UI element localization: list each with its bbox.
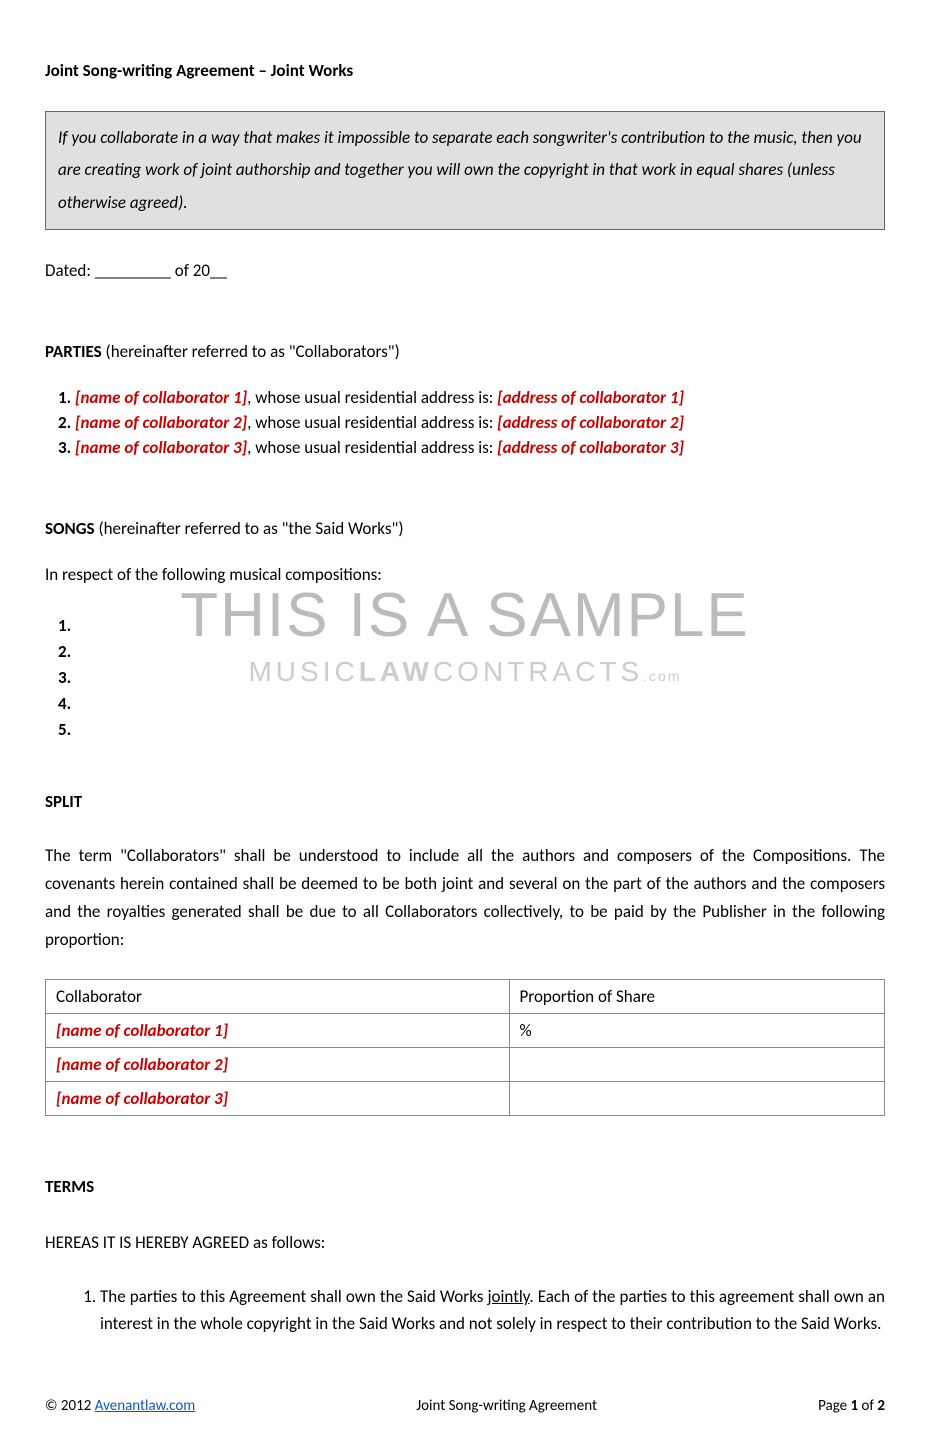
- terms-heading: TERMS: [45, 1176, 885, 1197]
- cell-name: [name of collaborator 1]: [46, 1014, 510, 1048]
- col-collaborator: Collaborator: [46, 980, 510, 1014]
- list-item: [name of collaborator 2], whose usual re…: [75, 412, 885, 433]
- table-row: [name of collaborator 1] %: [46, 1014, 885, 1048]
- page-title: Joint Song-writing Agreement – Joint Wor…: [45, 60, 885, 81]
- list-item: [75, 641, 885, 663]
- split-body: The term "Collaborators" shall be unders…: [45, 842, 885, 954]
- table-row: Collaborator Proportion of Share: [46, 980, 885, 1014]
- footer-left: © 2012 Avenantlaw.com: [45, 1397, 195, 1415]
- page-footer: © 2012 Avenantlaw.com Joint Song-writing…: [0, 1397, 930, 1435]
- collab-name: [name of collaborator 2]: [75, 412, 247, 433]
- footer-center: Joint Song-writing Agreement: [416, 1397, 597, 1415]
- cell-share: %: [509, 1014, 884, 1048]
- dated-line: Dated: _________ of 20__: [45, 260, 885, 281]
- collab-mid: , whose usual residential address is:: [247, 387, 497, 408]
- intro-box: If you collaborate in a way that makes i…: [45, 111, 885, 230]
- list-item: The parties to this Agreement shall own …: [100, 1283, 885, 1337]
- parties-list: [name of collaborator 1], whose usual re…: [45, 387, 885, 458]
- songs-heading-rest: (hereinafter referred to as "the Said Wo…: [95, 518, 404, 539]
- cell-name: [name of collaborator 3]: [46, 1082, 510, 1116]
- list-item: [name of collaborator 1], whose usual re…: [75, 387, 885, 408]
- collab-addr: [address of collaborator 2]: [497, 412, 684, 433]
- split-heading: SPLIT: [45, 791, 885, 812]
- document-page: Joint Song-writing Agreement – Joint Wor…: [0, 0, 930, 1397]
- table-row: [name of collaborator 2]: [46, 1048, 885, 1082]
- table-row: [name of collaborator 3]: [46, 1082, 885, 1116]
- collab-mid: , whose usual residential address is:: [247, 437, 497, 458]
- terms-intro: HEREAS IT IS HEREBY AGREED as follows:: [45, 1232, 885, 1253]
- songs-heading-bold: SONGS: [45, 518, 95, 539]
- list-item: [name of collaborator 3], whose usual re…: [75, 437, 885, 458]
- cell-share: [509, 1048, 884, 1082]
- footer-link[interactable]: Avenantlaw.com: [95, 1397, 196, 1415]
- collab-name: [name of collaborator 1]: [75, 387, 247, 408]
- parties-heading-rest: (hereinafter referred to as "Collaborato…: [102, 341, 400, 362]
- list-item: [75, 693, 885, 715]
- terms-list: The parties to this Agreement shall own …: [45, 1283, 885, 1337]
- collab-name: [name of collaborator 3]: [75, 437, 247, 458]
- collab-mid: , whose usual residential address is:: [247, 412, 497, 433]
- list-item: [75, 615, 885, 637]
- footer-right: Page 1 of 2: [818, 1397, 885, 1415]
- cell-name: [name of collaborator 2]: [46, 1048, 510, 1082]
- parties-heading: PARTIES (hereinafter referred to as "Col…: [45, 341, 885, 362]
- cell-share: [509, 1082, 884, 1116]
- collab-addr: [address of collaborator 1]: [497, 387, 684, 408]
- parties-heading-bold: PARTIES: [45, 341, 102, 362]
- songs-intro: In respect of the following musical comp…: [45, 564, 885, 585]
- list-item: [75, 719, 885, 741]
- list-item: [75, 667, 885, 689]
- col-share: Proportion of Share: [509, 980, 884, 1014]
- songs-heading: SONGS (hereinafter referred to as "the S…: [45, 518, 885, 539]
- collab-addr: [address of collaborator 3]: [497, 437, 684, 458]
- songs-list: [45, 615, 885, 741]
- share-table: Collaborator Proportion of Share [name o…: [45, 979, 885, 1116]
